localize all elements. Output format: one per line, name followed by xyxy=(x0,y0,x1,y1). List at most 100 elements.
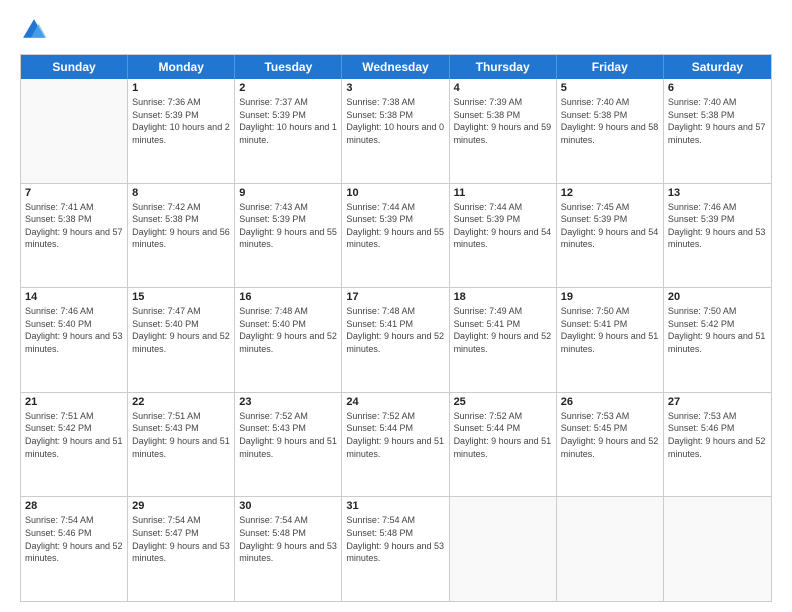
calendar-row: 7Sunrise: 7:41 AMSunset: 5:38 PMDaylight… xyxy=(21,184,771,289)
day-number: 2 xyxy=(239,82,337,94)
calendar-cell: 15 Sunrise: 7:47 AMSunset: 5:40 PMDayligh… xyxy=(128,288,235,392)
day-number: 15 xyxy=(132,291,230,303)
calendar-cell xyxy=(450,497,557,601)
header xyxy=(20,16,772,44)
day-info: Sunrise: 7:52 AMSunset: 5:44 PMDaylight:… xyxy=(454,410,552,460)
calendar-cell: 19Sunrise: 7:50 AMSunset: 5:41 PMDayligh… xyxy=(557,288,664,392)
calendar-cell xyxy=(664,497,771,601)
weekday-header: Monday xyxy=(128,55,235,79)
calendar-cell: 2 Sunrise: 7:37 AMSunset: 5:39 PMDaylight… xyxy=(235,79,342,183)
day-info: Sunrise: 7:44 AMSunset: 5:39 PMDaylight:… xyxy=(454,201,552,251)
day-info: Sunrise: 7:51 AMSunset: 5:43 PMDaylight:… xyxy=(132,410,230,460)
day-number: 3 xyxy=(346,82,444,94)
calendar-header: SundayMondayTuesdayWednesdayThursdayFrid… xyxy=(21,55,771,79)
day-info: Sunrise: 7:43 AMSunset: 5:39 PMDaylight:… xyxy=(239,201,337,251)
day-info: Sunrise: 7:40 AMSunset: 5:38 PMDaylight:… xyxy=(561,96,659,146)
calendar-cell: 5 Sunrise: 7:40 AMSunset: 5:38 PMDaylight… xyxy=(557,79,664,183)
day-number: 9 xyxy=(239,187,337,199)
day-info: Sunrise: 7:39 AMSunset: 5:38 PMDaylight:… xyxy=(454,96,552,146)
day-info: Sunrise: 7:51 AMSunset: 5:42 PMDaylight:… xyxy=(25,410,123,460)
day-number: 30 xyxy=(239,500,337,512)
day-info: Sunrise: 7:37 AMSunset: 5:39 PMDaylight:… xyxy=(239,96,337,146)
day-number: 23 xyxy=(239,396,337,408)
calendar-cell: 31 Sunrise: 7:54 AMSunset: 5:48 PMDayligh… xyxy=(342,497,449,601)
day-number: 14 xyxy=(25,291,123,303)
day-number: 19 xyxy=(561,291,659,303)
calendar-cell: 12Sunrise: 7:45 AMSunset: 5:39 PMDayligh… xyxy=(557,184,664,288)
day-number: 13 xyxy=(668,187,767,199)
day-info: Sunrise: 7:48 AMSunset: 5:40 PMDaylight:… xyxy=(239,305,337,355)
calendar-cell: 11Sunrise: 7:44 AMSunset: 5:39 PMDayligh… xyxy=(450,184,557,288)
day-info: Sunrise: 7:36 AMSunset: 5:39 PMDaylight:… xyxy=(132,96,230,146)
calendar-cell: 9 Sunrise: 7:43 AMSunset: 5:39 PMDaylight… xyxy=(235,184,342,288)
day-number: 22 xyxy=(132,396,230,408)
calendar-cell: 24Sunrise: 7:52 AMSunset: 5:44 PMDayligh… xyxy=(342,393,449,497)
calendar-cell: 3Sunrise: 7:38 AMSunset: 5:38 PMDaylight… xyxy=(342,79,449,183)
calendar-cell: 8 Sunrise: 7:42 AMSunset: 5:38 PMDaylight… xyxy=(128,184,235,288)
calendar-row: 14 Sunrise: 7:46 AMSunset: 5:40 PMDayligh… xyxy=(21,288,771,393)
calendar-cell: 29 Sunrise: 7:54 AMSunset: 5:47 PMDayligh… xyxy=(128,497,235,601)
calendar-cell: 21 Sunrise: 7:51 AMSunset: 5:42 PMDayligh… xyxy=(21,393,128,497)
calendar-cell: 6 Sunrise: 7:40 AMSunset: 5:38 PMDaylight… xyxy=(664,79,771,183)
weekday-header: Wednesday xyxy=(342,55,449,79)
day-number: 20 xyxy=(668,291,767,303)
calendar-cell: 7Sunrise: 7:41 AMSunset: 5:38 PMDaylight… xyxy=(21,184,128,288)
day-number: 16 xyxy=(239,291,337,303)
calendar-cell xyxy=(21,79,128,183)
day-info: Sunrise: 7:50 AMSunset: 5:42 PMDaylight:… xyxy=(668,305,767,355)
calendar-row: 21 Sunrise: 7:51 AMSunset: 5:42 PMDayligh… xyxy=(21,393,771,498)
day-info: Sunrise: 7:48 AMSunset: 5:41 PMDaylight:… xyxy=(346,305,444,355)
day-number: 5 xyxy=(561,82,659,94)
day-info: Sunrise: 7:54 AMSunset: 5:48 PMDaylight:… xyxy=(346,514,444,564)
calendar-cell: 28Sunrise: 7:54 AMSunset: 5:46 PMDayligh… xyxy=(21,497,128,601)
day-number: 10 xyxy=(346,187,444,199)
calendar-cell: 16 Sunrise: 7:48 AMSunset: 5:40 PMDayligh… xyxy=(235,288,342,392)
day-number: 7 xyxy=(25,187,123,199)
calendar-row: 28Sunrise: 7:54 AMSunset: 5:46 PMDayligh… xyxy=(21,497,771,601)
day-number: 31 xyxy=(346,500,444,512)
weekday-header: Friday xyxy=(557,55,664,79)
calendar: SundayMondayTuesdayWednesdayThursdayFrid… xyxy=(20,54,772,602)
weekday-header: Sunday xyxy=(21,55,128,79)
day-number: 8 xyxy=(132,187,230,199)
day-number: 21 xyxy=(25,396,123,408)
day-number: 12 xyxy=(561,187,659,199)
calendar-cell: 10 Sunrise: 7:44 AMSunset: 5:39 PMDayligh… xyxy=(342,184,449,288)
day-number: 4 xyxy=(454,82,552,94)
day-number: 29 xyxy=(132,500,230,512)
day-number: 26 xyxy=(561,396,659,408)
day-info: Sunrise: 7:42 AMSunset: 5:38 PMDaylight:… xyxy=(132,201,230,251)
day-number: 6 xyxy=(668,82,767,94)
logo xyxy=(20,16,52,44)
calendar-cell: 14 Sunrise: 7:46 AMSunset: 5:40 PMDayligh… xyxy=(21,288,128,392)
day-info: Sunrise: 7:46 AMSunset: 5:39 PMDaylight:… xyxy=(668,201,767,251)
day-number: 25 xyxy=(454,396,552,408)
weekday-header: Tuesday xyxy=(235,55,342,79)
day-number: 1 xyxy=(132,82,230,94)
weekday-header: Thursday xyxy=(450,55,557,79)
day-info: Sunrise: 7:49 AMSunset: 5:41 PMDaylight:… xyxy=(454,305,552,355)
calendar-cell: 4 Sunrise: 7:39 AMSunset: 5:38 PMDaylight… xyxy=(450,79,557,183)
day-info: Sunrise: 7:52 AMSunset: 5:43 PMDaylight:… xyxy=(239,410,337,460)
calendar-cell: 20 Sunrise: 7:50 AMSunset: 5:42 PMDayligh… xyxy=(664,288,771,392)
day-info: Sunrise: 7:53 AMSunset: 5:46 PMDaylight:… xyxy=(668,410,767,460)
day-info: Sunrise: 7:47 AMSunset: 5:40 PMDaylight:… xyxy=(132,305,230,355)
day-info: Sunrise: 7:54 AMSunset: 5:48 PMDaylight:… xyxy=(239,514,337,564)
day-info: Sunrise: 7:54 AMSunset: 5:47 PMDaylight:… xyxy=(132,514,230,564)
day-number: 18 xyxy=(454,291,552,303)
day-info: Sunrise: 7:54 AMSunset: 5:46 PMDaylight:… xyxy=(25,514,123,564)
calendar-cell: 25 Sunrise: 7:52 AMSunset: 5:44 PMDayligh… xyxy=(450,393,557,497)
calendar-body: 1 Sunrise: 7:36 AMSunset: 5:39 PMDaylight… xyxy=(21,79,771,601)
calendar-cell: 26 Sunrise: 7:53 AMSunset: 5:45 PMDayligh… xyxy=(557,393,664,497)
calendar-cell: 1 Sunrise: 7:36 AMSunset: 5:39 PMDaylight… xyxy=(128,79,235,183)
day-info: Sunrise: 7:46 AMSunset: 5:40 PMDaylight:… xyxy=(25,305,123,355)
day-number: 17 xyxy=(346,291,444,303)
calendar-cell: 13 Sunrise: 7:46 AMSunset: 5:39 PMDayligh… xyxy=(664,184,771,288)
calendar-cell xyxy=(557,497,664,601)
day-info: Sunrise: 7:53 AMSunset: 5:45 PMDaylight:… xyxy=(561,410,659,460)
page: SundayMondayTuesdayWednesdayThursdayFrid… xyxy=(0,0,792,612)
day-info: Sunrise: 7:44 AMSunset: 5:39 PMDaylight:… xyxy=(346,201,444,251)
day-info: Sunrise: 7:40 AMSunset: 5:38 PMDaylight:… xyxy=(668,96,767,146)
calendar-cell: 30 Sunrise: 7:54 AMSunset: 5:48 PMDayligh… xyxy=(235,497,342,601)
calendar-cell: 18 Sunrise: 7:49 AMSunset: 5:41 PMDayligh… xyxy=(450,288,557,392)
